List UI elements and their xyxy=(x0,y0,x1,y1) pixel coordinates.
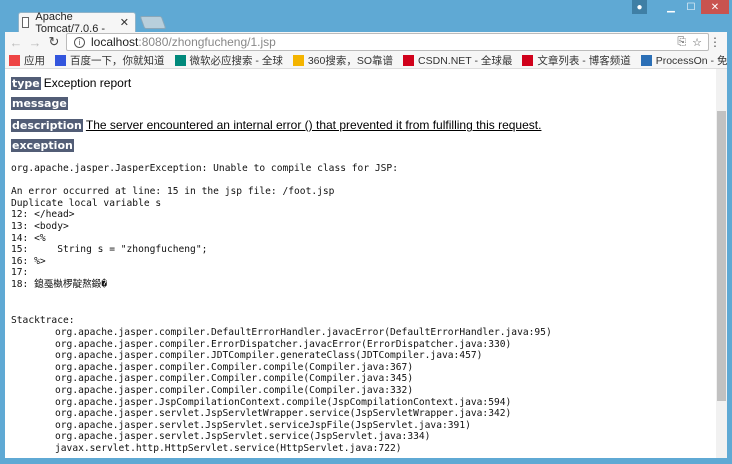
bookmarks-bar: 应用 百度一下，你就知道 微软必应搜索 - 全球 360搜索，SO靠谱 CSDN.NET… xyxy=(5,52,727,69)
bookmark-label: 360搜索，SO靠谱 xyxy=(307,54,394,67)
message-row: message xyxy=(11,97,71,110)
stacktrace: org.apache.jasper.compiler.DefaultErrorH… xyxy=(11,327,552,455)
vertical-scrollbar[interactable] xyxy=(716,69,727,458)
tab-close-icon[interactable]: ✕ xyxy=(120,16,129,29)
maximize-button[interactable]: ☐ xyxy=(681,0,701,14)
bookmark-icon xyxy=(55,54,66,66)
stacktrace-label: Stacktrace: xyxy=(11,315,75,326)
tab-title: Apache Tomcat/7.0.6 - xyxy=(35,10,106,35)
bookmark-label: 文章列表 - 博客频道 xyxy=(537,54,631,67)
bookmark-item[interactable]: 百度一下，你就知道 xyxy=(55,53,165,68)
bookmark-item[interactable]: 360搜索，SO靠谱 xyxy=(292,53,394,68)
page-content: type Exception report message descriptio… xyxy=(5,69,716,458)
tab-content[interactable]: Apache Tomcat/7.0.6 - ✕ xyxy=(20,10,135,35)
type-row: type Exception report xyxy=(11,76,131,90)
type-value: Exception report xyxy=(43,76,132,90)
bookmark-icon xyxy=(640,54,652,66)
translate-icon[interactable]: ⎘ xyxy=(677,36,686,49)
stacktrace-line: org.apache.jasper.servlet.JspServlet.ser… xyxy=(55,419,471,431)
new-tab-button[interactable] xyxy=(139,16,167,29)
close-window-button[interactable]: ✕ xyxy=(701,0,729,14)
description-row: description The server encountered an in… xyxy=(11,118,541,132)
exception-text: org.apache.jasper.JasperException: Unabl… xyxy=(11,163,398,290)
bookmark-label: CSDN.NET - 全球最 xyxy=(418,54,513,67)
page-icon xyxy=(22,17,30,28)
bookmark-label: ProcessOn - 免费在 xyxy=(655,54,727,67)
bookmark-icon xyxy=(9,54,20,66)
description-label: description xyxy=(11,118,83,132)
bookmark-icon xyxy=(403,54,415,66)
bookmark-icon xyxy=(292,54,304,66)
stacktrace-line: javax.servlet.http.HttpServlet.service(H… xyxy=(55,442,402,454)
exception-row: exception xyxy=(11,139,77,152)
bookmark-item[interactable]: 微软必应搜索 - 全球 xyxy=(174,53,283,68)
bookmark-label: 百度一下，你就知道 xyxy=(70,54,165,67)
address-bar[interactable]: i localhost:8080/zhongfucheng/1.jsp ⎘ ☆ xyxy=(66,33,709,51)
scrollbar-thumb[interactable] xyxy=(717,111,726,401)
stacktrace-line: org.apache.jasper.compiler.DefaultErrorH… xyxy=(55,327,552,338)
menu-icon[interactable]: ⋮ xyxy=(709,35,721,49)
bookmark-item[interactable]: CSDN.NET - 全球最 xyxy=(403,53,512,68)
url-host: localhost xyxy=(91,35,139,49)
bookmark-icon xyxy=(522,54,534,66)
bookmark-label: 应用 xyxy=(24,54,45,67)
bookmark-item[interactable]: 文章列表 - 博客频道 xyxy=(522,53,631,68)
user-icon[interactable]: ● xyxy=(632,0,647,14)
message-label: message xyxy=(11,97,68,110)
bookmark-item[interactable]: ProcessOn - 免费在 xyxy=(640,53,727,68)
type-label: type xyxy=(11,76,41,90)
reload-icon[interactable]: ↻ xyxy=(46,34,62,50)
toolbar: ← → ↻ i localhost:8080/zhongfucheng/1.js… xyxy=(5,32,727,52)
back-icon[interactable]: ← xyxy=(8,35,24,50)
url-path: :8080/zhongfucheng/1.jsp xyxy=(138,35,276,49)
exception-label: exception xyxy=(11,139,74,152)
info-icon[interactable]: i xyxy=(74,36,85,48)
minimize-button[interactable]: ▁ xyxy=(661,0,681,14)
stacktrace-line: org.apache.jasper.servlet.JspServlet.ser… xyxy=(55,431,431,443)
star-icon[interactable]: ☆ xyxy=(692,36,702,49)
stacktrace-line: org.apache.jasper.compiler.ErrorDispatch… xyxy=(55,338,512,350)
bookmark-label: 微软必应搜索 - 全球 xyxy=(189,54,283,67)
bookmark-icon xyxy=(174,54,186,66)
browser-window: Apache Tomcat/7.0.6 - ✕ ● ▁ ☐ ✕ ← → ↻ i … xyxy=(0,0,732,464)
bookmark-item[interactable]: 应用 xyxy=(9,53,45,68)
stacktrace-line: org.apache.jasper.servlet.JspServletWrap… xyxy=(55,408,512,420)
stacktrace-line: org.apache.jasper.compiler.Compiler.comp… xyxy=(55,361,414,373)
forward-icon[interactable]: → xyxy=(27,35,43,50)
description-value: The server encountered an internal error… xyxy=(85,118,542,132)
stacktrace-line: org.apache.jasper.compiler.Compiler.comp… xyxy=(55,373,414,385)
stacktrace-line: org.apache.jasper.compiler.Compiler.comp… xyxy=(55,384,414,396)
stacktrace-line: org.apache.jasper.compiler.JDTCompiler.g… xyxy=(55,350,483,362)
stacktrace-line: org.apache.jasper.JspCompilationContext.… xyxy=(55,396,512,408)
